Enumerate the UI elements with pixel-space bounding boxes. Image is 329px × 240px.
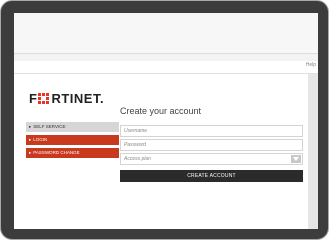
logo-text-rest: RTINET. <box>51 91 105 106</box>
account-panel: F RTINET. ▸ SELF SERVICE ▸ LOGIN ▸ PASSWORD… <box>14 74 308 229</box>
access-plan-select[interactable]: Access plan <box>120 153 303 165</box>
menu-item-label: LOGIN <box>33 137 48 142</box>
arrow-right-icon: ▸ <box>29 150 32 155</box>
menu-item-password-change[interactable]: ▸ PASSWORD CHANGE <box>26 148 119 158</box>
password-field[interactable] <box>120 139 303 151</box>
menu-item-label: SELF SERVICE <box>33 124 66 129</box>
help-link[interactable]: Help <box>306 62 316 68</box>
browser-screen: Help F RTINET. ▸ SELF SERVICE ▸ LOGIN ▸ … <box>14 13 318 229</box>
access-plan-label: Access plan <box>124 156 151 162</box>
top-bar <box>14 13 318 54</box>
create-account-button[interactable]: CREATE ACCOUNT <box>120 170 303 182</box>
fortinet-logo: F RTINET. <box>29 91 104 106</box>
logo-letter-f: F <box>29 91 38 106</box>
page-title: Create your account <box>120 106 202 116</box>
help-bar: Help <box>14 61 318 74</box>
side-menu: ▸ SELF SERVICE ▸ LOGIN ▸ PASSWORD CHANGE <box>26 122 119 161</box>
tablet-frame: Help F RTINET. ▸ SELF SERVICE ▸ LOGIN ▸ … <box>0 0 329 240</box>
select-toggle-button[interactable] <box>291 155 301 163</box>
menu-item-self-service[interactable]: ▸ SELF SERVICE <box>26 122 119 132</box>
username-field[interactable] <box>120 125 303 137</box>
menu-item-login[interactable]: ▸ LOGIN <box>26 135 119 145</box>
chevron-down-icon <box>293 157 299 161</box>
scrollbar[interactable] <box>308 74 318 229</box>
menu-item-label: PASSWORD CHANGE <box>33 150 80 155</box>
arrow-right-icon: ▸ <box>29 124 32 129</box>
arrow-right-icon: ▸ <box>29 137 32 142</box>
logo-o-grid-icon <box>38 93 50 104</box>
